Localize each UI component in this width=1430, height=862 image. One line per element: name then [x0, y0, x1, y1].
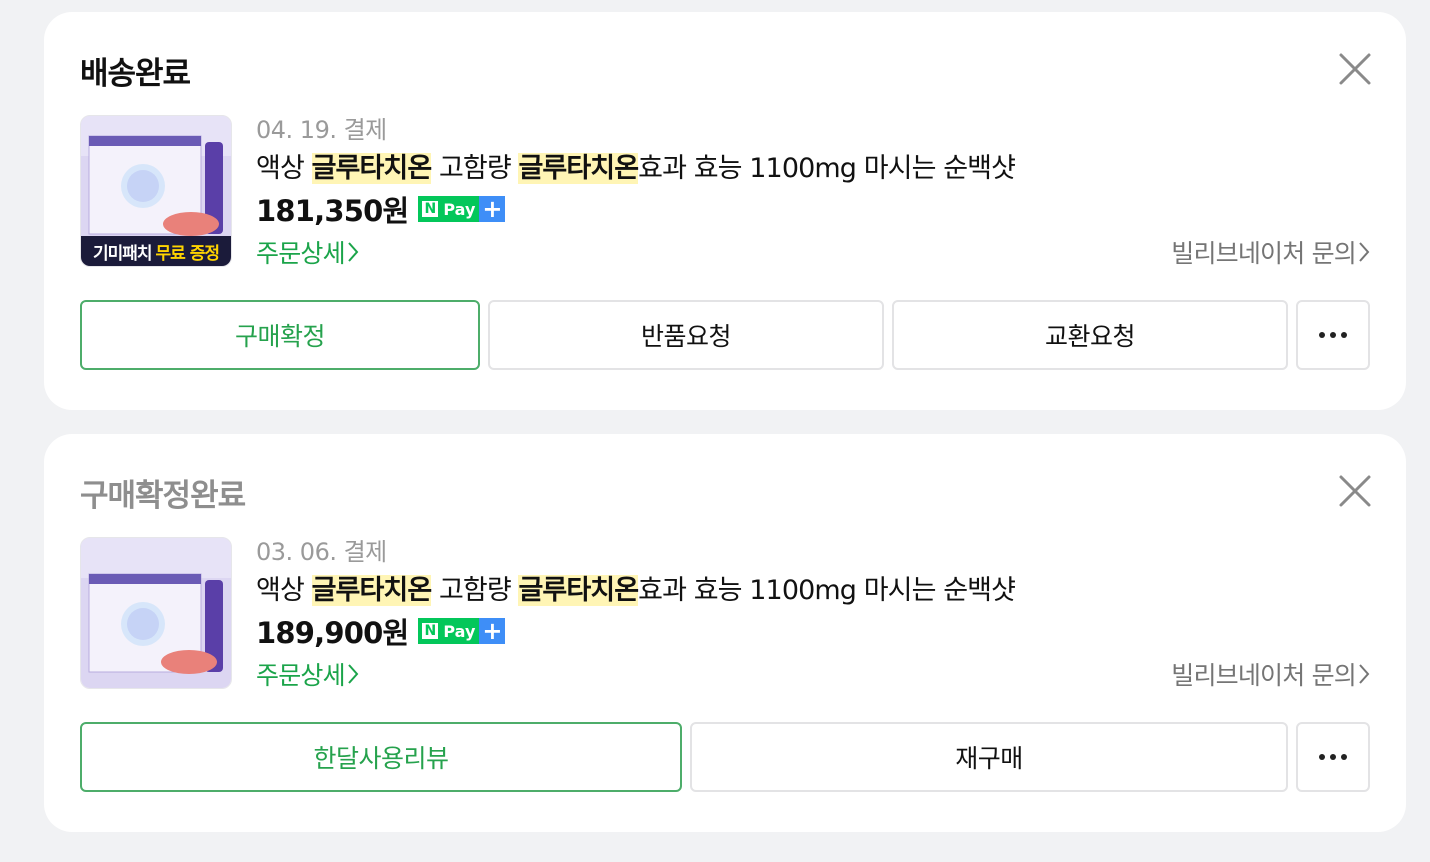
chevron-right-icon: [1359, 242, 1370, 262]
product-title[interactable]: 액상 글루타치온 고함량 글루타치온효과 효능 1100mg 마시는 순백샷: [256, 146, 1016, 185]
price: 181,350원: [256, 194, 409, 228]
price: 189,900원: [256, 616, 409, 650]
exchange-request-button[interactable]: 교환요청: [892, 300, 1288, 370]
chevron-right-icon: [1359, 664, 1370, 684]
thumbnail-promo-banner: 기미패치 무료 증정: [81, 236, 231, 266]
order-status: 구매확정완료: [80, 478, 246, 514]
more-button[interactable]: [1296, 300, 1370, 370]
title-highlight: 글루타치온: [311, 575, 432, 606]
title-part: 효과 효능 1100mg 마시는 순백샷: [638, 153, 1016, 184]
npay-logo: N Pay: [418, 196, 480, 222]
promo-highlight-text: 무료 증정: [155, 243, 220, 264]
title-part: 액상: [256, 575, 312, 606]
payment-date: 03. 06. 결제: [256, 538, 387, 566]
more-icon: [1319, 332, 1347, 338]
npay-label: Pay: [443, 199, 476, 219]
product-thumbnail[interactable]: 기미패치 무료 증정: [80, 115, 232, 267]
npay-logo: N Pay: [418, 618, 480, 644]
order-detail-label: 주문상세: [256, 661, 346, 690]
monthly-review-button[interactable]: 한달사용리뷰: [80, 722, 682, 792]
more-icon: [1319, 754, 1347, 760]
chevron-right-icon: [348, 242, 359, 262]
promo-text: 기미패치: [92, 243, 153, 264]
npay-n-icon: N: [422, 623, 439, 639]
order-status: 배송완료: [80, 56, 191, 92]
return-request-button[interactable]: 반품요청: [488, 300, 884, 370]
npay-n-icon: N: [422, 201, 439, 217]
price-row: 181,350원 N Pay +: [256, 188, 506, 230]
seller-inquiry-label: 빌리브네이처 문의: [1171, 661, 1357, 690]
title-highlight: 글루타치온: [311, 153, 432, 184]
order-card: 구매확정완료 03. 06. 결제 액상 글루타치온 고함량 글루타치온효과 효…: [44, 434, 1406, 832]
order-detail-link[interactable]: 주문상세: [256, 656, 359, 692]
npay-label: Pay: [443, 621, 476, 641]
confirm-purchase-button[interactable]: 구매확정: [80, 300, 480, 370]
title-part: 효과 효능 1100mg 마시는 순백샷: [638, 575, 1016, 606]
title-part: 액상: [256, 153, 312, 184]
title-part: 고함량: [431, 575, 519, 606]
order-detail-link[interactable]: 주문상세: [256, 234, 359, 270]
order-detail-label: 주문상세: [256, 239, 346, 268]
npay-plus-icon: +: [479, 617, 506, 645]
price-row: 189,900원 N Pay +: [256, 610, 506, 652]
seller-inquiry-link[interactable]: 빌리브네이처 문의: [1171, 234, 1370, 270]
payment-date: 04. 19. 결제: [256, 116, 387, 144]
chevron-right-icon: [348, 664, 359, 684]
npay-plus-badge: N Pay +: [418, 617, 506, 645]
product-title[interactable]: 액상 글루타치온 고함량 글루타치온효과 효능 1100mg 마시는 순백샷: [256, 568, 1016, 607]
title-highlight: 글루타치온: [518, 153, 639, 184]
close-icon[interactable]: [1338, 52, 1372, 86]
npay-plus-badge: N Pay +: [418, 195, 506, 223]
repurchase-button[interactable]: 재구매: [690, 722, 1288, 792]
npay-plus-icon: +: [479, 195, 506, 223]
title-highlight: 글루타치온: [518, 575, 639, 606]
seller-inquiry-link[interactable]: 빌리브네이처 문의: [1171, 656, 1370, 692]
order-card: 배송완료 기미패치 무료 증정 04. 19. 결제 액상 글루타치온 고함량 …: [44, 12, 1406, 410]
product-thumbnail[interactable]: [80, 537, 232, 689]
title-part: 고함량: [431, 153, 519, 184]
close-icon[interactable]: [1338, 474, 1372, 508]
seller-inquiry-label: 빌리브네이처 문의: [1171, 239, 1357, 268]
more-button[interactable]: [1296, 722, 1370, 792]
